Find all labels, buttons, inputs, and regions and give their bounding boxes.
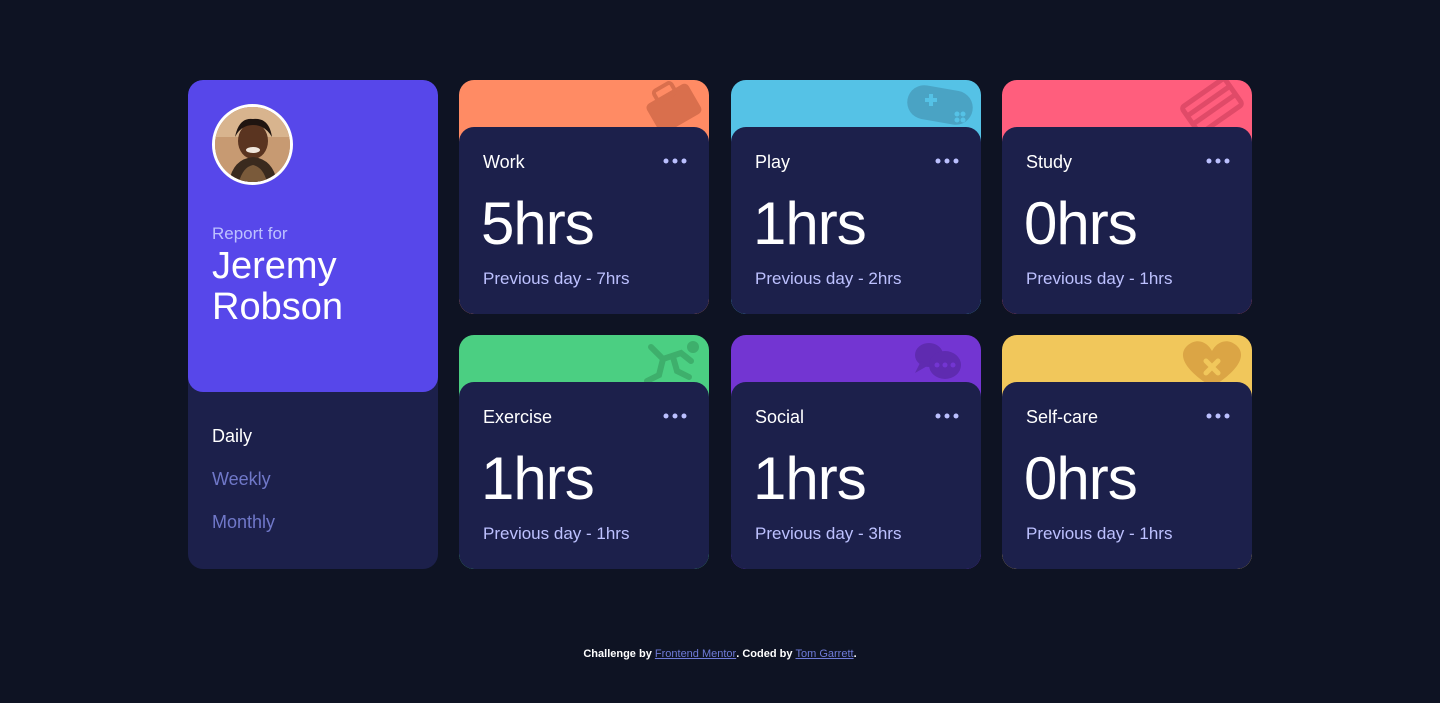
card-body: Self-care 0hrs Previous day - 1hrs — [1002, 382, 1252, 569]
card-title: Self-care — [1026, 407, 1099, 427]
period-daily[interactable]: Daily — [212, 426, 275, 446]
card-body: Work 5hrs Previous day - 7hrs — [459, 127, 709, 314]
previous-hours: Previous day - 1hrs — [483, 524, 630, 543]
ellipsis-icon[interactable] — [1206, 412, 1230, 420]
ellipsis-icon[interactable] — [663, 157, 687, 165]
current-hours: 5hrs — [481, 190, 595, 257]
profile-header: Report for Jeremy Robson — [188, 80, 438, 392]
period-weekly[interactable]: Weekly — [212, 469, 275, 489]
activity-card-study: Study 0hrs Previous day - 1hrs — [1002, 80, 1252, 314]
avatar — [212, 104, 293, 185]
footer-text: . — [853, 648, 857, 660]
author-link[interactable]: Tom Garrett — [796, 648, 854, 660]
footer-text: . Coded by — [736, 648, 796, 660]
card-body: Social 1hrs Previous day - 3hrs — [731, 382, 981, 569]
current-hours: 0hrs — [1024, 445, 1138, 512]
profile-card: Report for Jeremy Robson Daily Weekly Mo… — [188, 80, 438, 569]
previous-hours: Previous day - 1hrs — [1026, 269, 1173, 288]
current-hours: 0hrs — [1024, 190, 1138, 257]
card-body: Study 0hrs Previous day - 1hrs — [1002, 127, 1252, 314]
ellipsis-icon[interactable] — [1206, 157, 1230, 165]
card-body: Play 1hrs Previous day - 2hrs — [731, 127, 981, 314]
card-title: Study — [1026, 152, 1073, 172]
report-for-label: Report for — [212, 224, 288, 243]
ellipsis-icon[interactable] — [935, 157, 959, 165]
card-title: Exercise — [483, 407, 553, 427]
activity-card-exercise: Exercise 1hrs Previous day - 1hrs — [459, 335, 709, 569]
card-body: Exercise 1hrs Previous day - 1hrs — [459, 382, 709, 569]
period-selector: Daily Weekly Monthly — [212, 426, 275, 555]
previous-hours: Previous day - 2hrs — [755, 269, 902, 288]
activity-card-social: Social 1hrs Previous day - 3hrs — [731, 335, 981, 569]
ellipsis-icon[interactable] — [663, 412, 687, 420]
previous-hours: Previous day - 1hrs — [1026, 524, 1173, 543]
previous-hours: Previous day - 7hrs — [483, 269, 630, 288]
current-hours: 1hrs — [481, 445, 595, 512]
activity-card-self-care: Self-care 0hrs Previous day - 1hrs — [1002, 335, 1252, 569]
card-title: Social — [755, 407, 805, 427]
dashboard: Report for Jeremy Robson Daily Weekly Mo… — [188, 80, 1252, 569]
current-hours: 1hrs — [753, 445, 867, 512]
footer-text: Challenge by — [583, 648, 655, 660]
previous-hours: Previous day - 3hrs — [755, 524, 902, 543]
activity-card-play: Play 1hrs Previous day - 2hrs — [731, 80, 981, 314]
card-title: Play — [755, 152, 791, 172]
current-hours: 1hrs — [753, 190, 867, 257]
activity-card-work: Work 5hrs Previous day - 7hrs — [459, 80, 709, 314]
period-monthly[interactable]: Monthly — [212, 512, 275, 532]
user-name: Jeremy Robson — [212, 245, 343, 328]
frontend-mentor-link[interactable]: Frontend Mentor — [655, 648, 736, 660]
footer-attribution: Challenge by Frontend Mentor. Coded by T… — [0, 648, 1440, 660]
card-title: Work — [483, 152, 525, 172]
ellipsis-icon[interactable] — [935, 412, 959, 420]
